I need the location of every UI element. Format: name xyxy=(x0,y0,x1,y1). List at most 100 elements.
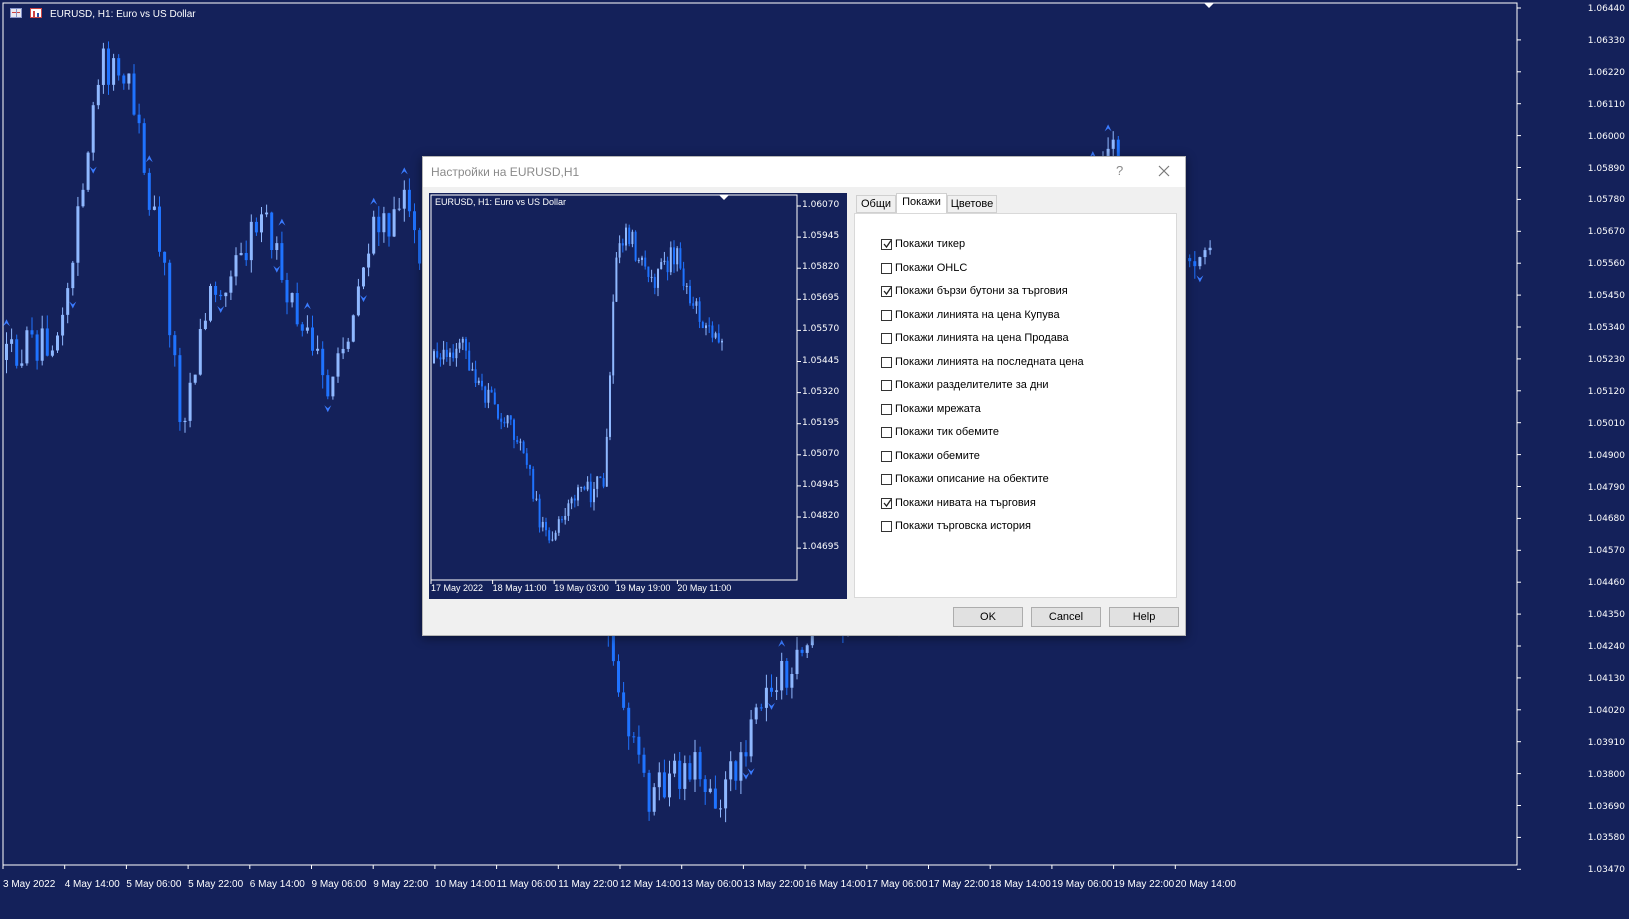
preview-price-label: 1.04695 xyxy=(802,542,840,553)
preview-candle-body xyxy=(660,262,663,270)
dialog-titlebar[interactable]: Настройки на EURUSD,H1 ? xyxy=(423,157,1185,187)
candle-body xyxy=(418,230,422,264)
checkbox-unchecked[interactable] xyxy=(881,380,892,391)
preview-candle-body xyxy=(721,340,723,343)
checkbox-checked[interactable] xyxy=(881,239,892,250)
candle-body xyxy=(1203,250,1207,258)
candle-body xyxy=(71,262,75,289)
candle-body xyxy=(203,320,207,329)
time-label: 19 May 22:00 xyxy=(1113,879,1175,890)
preview-candle-body xyxy=(695,301,698,306)
checkbox-unchecked[interactable] xyxy=(881,450,892,462)
candle-body xyxy=(5,343,8,360)
fractal-arrow-icon xyxy=(1104,124,1112,132)
preview-candle-body xyxy=(535,498,538,500)
candle-body xyxy=(91,105,95,153)
candle-body xyxy=(183,420,187,423)
close-icon[interactable] xyxy=(1153,160,1175,182)
checkbox-checked[interactable] xyxy=(881,286,892,297)
candle-body xyxy=(86,152,90,190)
candle-body xyxy=(668,773,671,798)
preview-candle-body xyxy=(436,351,439,358)
candle-body xyxy=(224,292,228,297)
candle-body xyxy=(275,243,279,251)
preview-candle-body xyxy=(532,468,535,499)
checkbox-unchecked[interactable] xyxy=(881,403,892,415)
candle-body xyxy=(795,649,799,675)
preview-candle-body xyxy=(570,498,573,504)
checkbox-unchecked[interactable] xyxy=(881,474,892,485)
candle-body xyxy=(40,328,44,361)
checkbox-unchecked[interactable] xyxy=(881,521,892,532)
fractal-arrow-icon xyxy=(400,167,408,175)
tab-general[interactable]: Общи xyxy=(856,195,896,213)
table-icon[interactable] xyxy=(10,8,22,18)
preview-candle-body xyxy=(509,415,512,420)
candle-body xyxy=(76,206,80,263)
preview-candle-body xyxy=(465,338,467,351)
preview-candle-body xyxy=(711,325,714,338)
candle-body xyxy=(300,324,304,331)
checkbox-checked[interactable] xyxy=(881,497,892,509)
preview-candle-body xyxy=(554,532,557,540)
preview-candle-body xyxy=(557,519,560,533)
preview-candle-body xyxy=(449,352,451,357)
help-icon[interactable]: ? xyxy=(1116,163,1123,178)
price-label: 1.05890 xyxy=(1587,163,1625,174)
fractal-arrow-icon xyxy=(768,702,775,710)
preview-candle-body xyxy=(599,476,602,479)
time-label: 9 May 06:00 xyxy=(311,879,367,890)
candle-body xyxy=(209,285,212,321)
checkbox-unchecked[interactable] xyxy=(881,356,892,368)
checkbox-unchecked[interactable] xyxy=(881,333,892,344)
ok-button[interactable]: OK xyxy=(953,607,1023,627)
fractal-arrow-icon xyxy=(69,301,77,309)
preview-price-label: 1.05195 xyxy=(802,417,840,428)
help-button[interactable]: Help xyxy=(1109,607,1179,627)
candle-body xyxy=(642,754,646,773)
preview-candle-body xyxy=(615,257,618,302)
preview-candle-body xyxy=(439,357,442,360)
preview-price-label: 1.05445 xyxy=(802,355,840,366)
checkbox-unchecked[interactable] xyxy=(881,427,892,438)
candle-body xyxy=(744,752,748,757)
price-label: 1.06220 xyxy=(1587,67,1625,78)
price-label: 1.04900 xyxy=(1587,450,1625,461)
tab-show[interactable]: Покажи xyxy=(896,193,947,213)
candle-body xyxy=(734,761,738,781)
time-label: 11 May 06:00 xyxy=(496,879,557,890)
price-label: 1.05120 xyxy=(1587,386,1625,397)
cancel-button[interactable]: Cancel xyxy=(1031,607,1101,627)
preview-candle-body xyxy=(433,351,435,363)
price-label: 1.03910 xyxy=(1587,737,1625,748)
preview-candle-body xyxy=(717,333,720,343)
time-label: 4 May 14:00 xyxy=(64,879,120,890)
price-label: 1.03800 xyxy=(1587,769,1625,780)
preview-candle-body xyxy=(442,349,445,360)
tab-colors[interactable]: Цветове xyxy=(947,195,997,213)
candle-body xyxy=(137,114,141,124)
checkbox-unchecked[interactable] xyxy=(881,262,892,274)
time-label: 20 May 14:00 xyxy=(1175,879,1236,890)
candle-body xyxy=(407,189,411,212)
candle-body xyxy=(382,213,386,233)
preview-candle-body xyxy=(628,227,631,245)
preview-candle-body xyxy=(644,257,647,267)
fractal-arrow-icon xyxy=(778,639,786,647)
price-label: 1.04570 xyxy=(1587,546,1625,557)
candle-body xyxy=(331,376,335,397)
price-label: 1.04020 xyxy=(1587,705,1625,716)
candle-body xyxy=(152,206,156,210)
checkbox-unchecked[interactable] xyxy=(881,309,892,321)
preview-price-label: 1.05945 xyxy=(802,231,840,242)
time-label: 9 May 22:00 xyxy=(373,879,429,890)
price-label: 1.06440 xyxy=(1587,4,1625,14)
fractal-arrow-icon xyxy=(273,265,281,273)
candle-body xyxy=(652,787,656,812)
candle-body xyxy=(1188,258,1192,262)
candle-body xyxy=(698,752,702,780)
checkmark-icon xyxy=(883,498,892,507)
candle-body xyxy=(402,189,406,209)
time-label: 17 May 06:00 xyxy=(866,879,928,890)
bar-chart-icon[interactable] xyxy=(30,8,42,18)
